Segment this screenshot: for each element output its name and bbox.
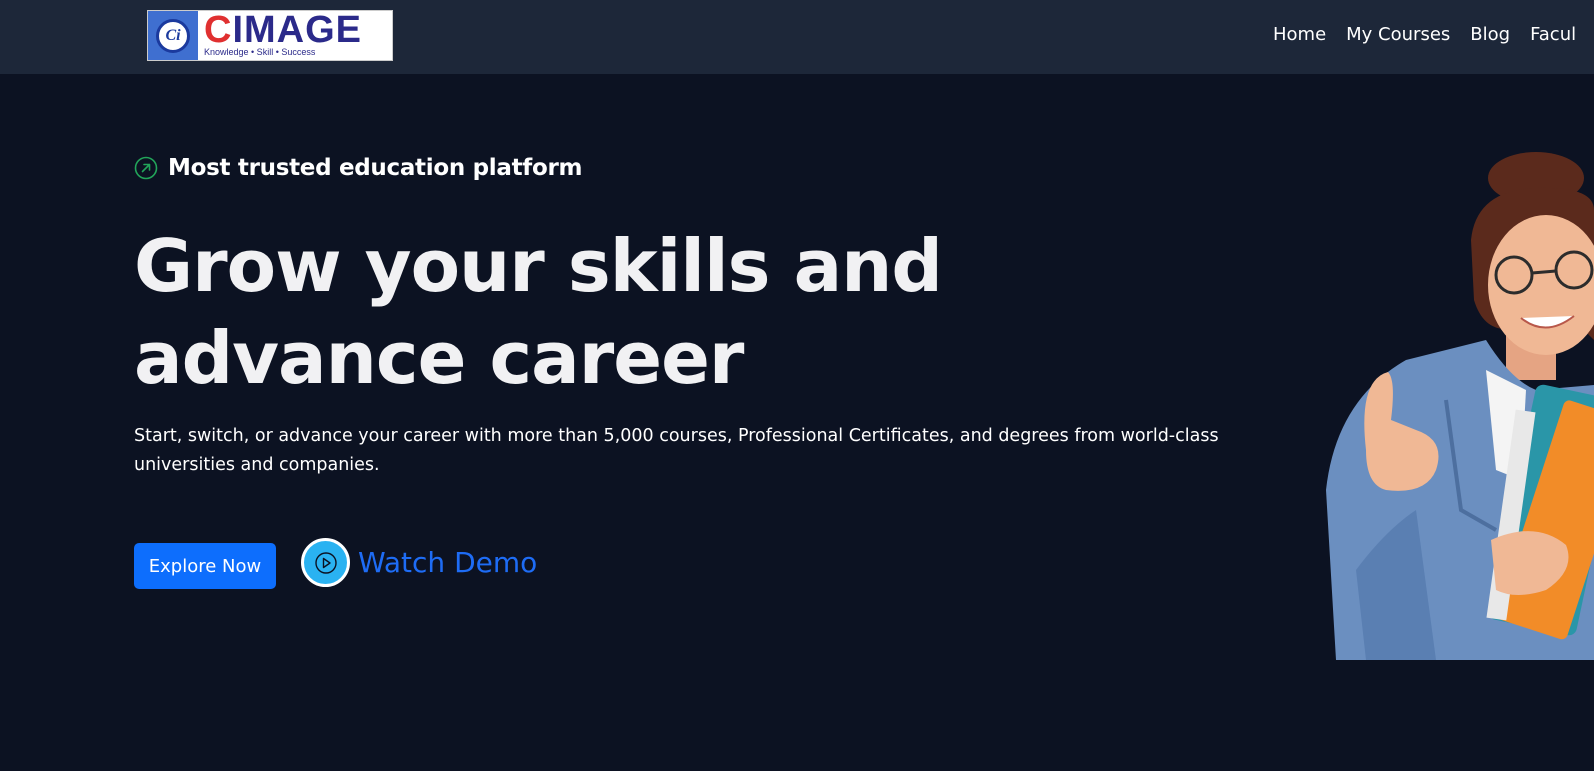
play-icon [314,551,337,574]
logo-text: CIMAGE Knowledge • Skill • Success [198,9,392,60]
logo-wordmark: CIMAGE [204,9,363,51]
play-circle[interactable] [301,538,350,587]
logo-emblem: Ci [148,11,198,60]
trusted-text: Most trusted education platform [168,155,583,181]
watch-demo-label: Watch Demo [358,546,538,579]
main-nav: Home My Courses Blog Facul [1273,24,1576,45]
nav-blog[interactable]: Blog [1470,24,1510,45]
arrow-up-right-circle-icon [134,156,158,180]
nav-faculty[interactable]: Facul [1530,24,1576,45]
nav-home[interactable]: Home [1273,24,1326,45]
logo-emblem-text: Ci [156,18,190,53]
student-hero-image [1326,152,1594,660]
nav-my-courses[interactable]: My Courses [1346,24,1450,45]
cimage-logo[interactable]: Ci CIMAGE Knowledge • Skill • Success [147,9,393,61]
hero-subtext: Start, switch, or advance your career wi… [134,426,1219,475]
logo-tagline: Knowledge • Skill • Success [204,47,316,57]
hero-headline: Grow your skills and advance career [134,224,943,400]
explore-now-button[interactable]: Explore Now [134,543,276,589]
navbar: Ci CIMAGE Knowledge • Skill • Success Ho… [0,0,1594,74]
watch-demo-button[interactable]: Watch Demo [301,538,537,587]
trusted-badge: Most trusted education platform [134,155,582,181]
